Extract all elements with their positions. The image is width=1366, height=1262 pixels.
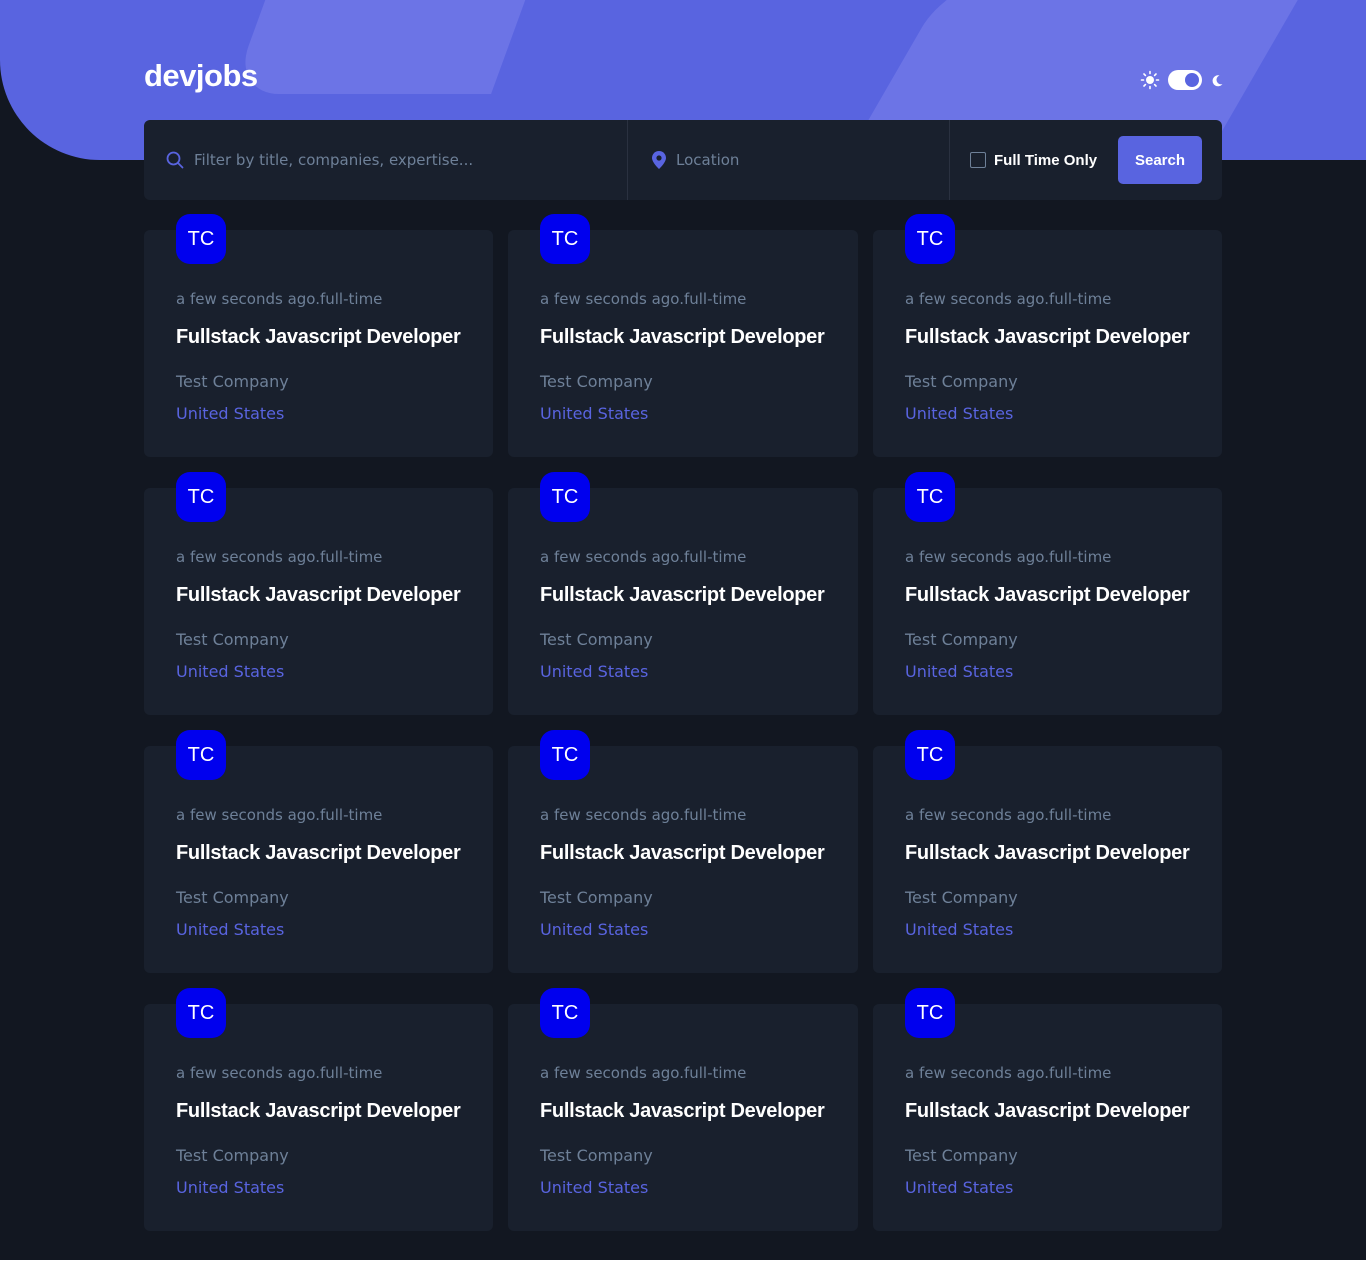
full-time-checkbox[interactable] [970,152,986,168]
job-card[interactable]: TC a few seconds ago.full-time Fullstack… [144,988,493,1231]
theme-toggle[interactable] [1140,70,1224,90]
title-filter [144,120,628,200]
company-name: Test Company [540,372,653,391]
job-title[interactable]: Fullstack Javascript Developer [176,842,461,865]
job-meta: a few seconds ago.full-time [905,548,1112,566]
company-logo: TC [905,472,955,522]
job-meta: a few seconds ago.full-time [540,806,747,824]
company-name: Test Company [540,630,653,649]
job-title[interactable]: Fullstack Javascript Developer [540,1100,825,1123]
job-card[interactable]: TC a few seconds ago.full-time Fullstack… [144,730,493,973]
job-location: United States [905,404,1014,423]
company-logo: TC [176,988,226,1038]
job-title[interactable]: Fullstack Javascript Developer [176,326,461,349]
theme-switch-knob [1185,73,1199,87]
job-list: TC a few seconds ago.full-time Fullstack… [144,214,1222,1231]
company-logo: TC [905,214,955,264]
job-title[interactable]: Fullstack Javascript Developer [905,842,1190,865]
job-location: United States [540,920,649,939]
company-logo: TC [540,730,590,780]
company-logo: TC [905,730,955,780]
job-card[interactable]: TC a few seconds ago.full-time Fullstack… [873,730,1222,973]
job-card[interactable]: TC a few seconds ago.full-time Fullstack… [508,214,858,457]
moon-icon [1210,73,1224,87]
job-title[interactable]: Fullstack Javascript Developer [176,1100,461,1123]
company-name: Test Company [176,372,289,391]
job-title[interactable]: Fullstack Javascript Developer [905,1100,1190,1123]
job-card[interactable]: TC a few seconds ago.full-time Fullstack… [873,472,1222,715]
location-filter [628,120,950,200]
job-card[interactable]: TC a few seconds ago.full-time Fullstack… [144,214,493,457]
job-location: United States [176,1178,285,1197]
job-card[interactable]: TC a few seconds ago.full-time Fullstack… [508,472,858,715]
location-pin-icon [652,151,666,169]
job-location: United States [176,662,285,681]
company-logo: TC [176,472,226,522]
company-logo: TC [176,214,226,264]
job-card[interactable]: TC a few seconds ago.full-time Fullstack… [873,214,1222,457]
filter-bar: Full Time Only Search [144,120,1222,200]
full-time-label: Full Time Only [994,151,1098,169]
job-meta: a few seconds ago.full-time [176,290,383,308]
job-meta: a few seconds ago.full-time [540,1064,747,1082]
job-location: United States [905,1178,1014,1197]
job-meta: a few seconds ago.full-time [176,1064,383,1082]
search-button[interactable]: Search [1118,136,1202,184]
title-search-input[interactable] [194,151,574,169]
job-location: United States [905,920,1014,939]
company-logo: TC [540,472,590,522]
job-card[interactable]: TC a few seconds ago.full-time Fullstack… [873,988,1222,1231]
app-logo[interactable]: devjobs [144,58,258,94]
company-name: Test Company [176,1146,289,1165]
company-logo: TC [905,988,955,1038]
company-name: Test Company [540,1146,653,1165]
company-name: Test Company [905,1146,1018,1165]
job-meta: a few seconds ago.full-time [176,548,383,566]
company-name: Test Company [540,888,653,907]
theme-switch[interactable] [1168,70,1202,90]
job-title[interactable]: Fullstack Javascript Developer [905,326,1190,349]
company-name: Test Company [176,630,289,649]
job-meta: a few seconds ago.full-time [905,806,1112,824]
full-time-filter[interactable]: Full Time Only [970,152,1097,169]
company-name: Test Company [905,372,1018,391]
job-meta: a few seconds ago.full-time [540,548,747,566]
job-title[interactable]: Fullstack Javascript Developer [905,584,1190,607]
job-meta: a few seconds ago.full-time [540,290,747,308]
job-title[interactable]: Fullstack Javascript Developer [540,842,825,865]
company-logo: TC [540,988,590,1038]
filter-actions: Full Time Only Search [950,120,1222,200]
header-decoration [231,0,569,94]
search-icon [166,151,184,169]
job-card[interactable]: TC a few seconds ago.full-time Fullstack… [508,730,858,973]
job-location: United States [540,404,649,423]
job-location: United States [540,662,649,681]
company-name: Test Company [176,888,289,907]
company-logo: TC [540,214,590,264]
job-meta: a few seconds ago.full-time [905,1064,1112,1082]
company-name: Test Company [905,888,1018,907]
job-meta: a few seconds ago.full-time [176,806,383,824]
job-location: United States [176,920,285,939]
sun-icon [1140,70,1160,90]
job-title[interactable]: Fullstack Javascript Developer [540,326,825,349]
job-title[interactable]: Fullstack Javascript Developer [176,584,461,607]
job-card[interactable]: TC a few seconds ago.full-time Fullstack… [144,472,493,715]
job-location: United States [905,662,1014,681]
location-input[interactable] [676,151,916,169]
job-location: United States [540,1178,649,1197]
job-card[interactable]: TC a few seconds ago.full-time Fullstack… [508,988,858,1231]
job-meta: a few seconds ago.full-time [905,290,1112,308]
company-name: Test Company [905,630,1018,649]
job-location: United States [176,404,285,423]
job-title[interactable]: Fullstack Javascript Developer [540,584,825,607]
company-logo: TC [176,730,226,780]
